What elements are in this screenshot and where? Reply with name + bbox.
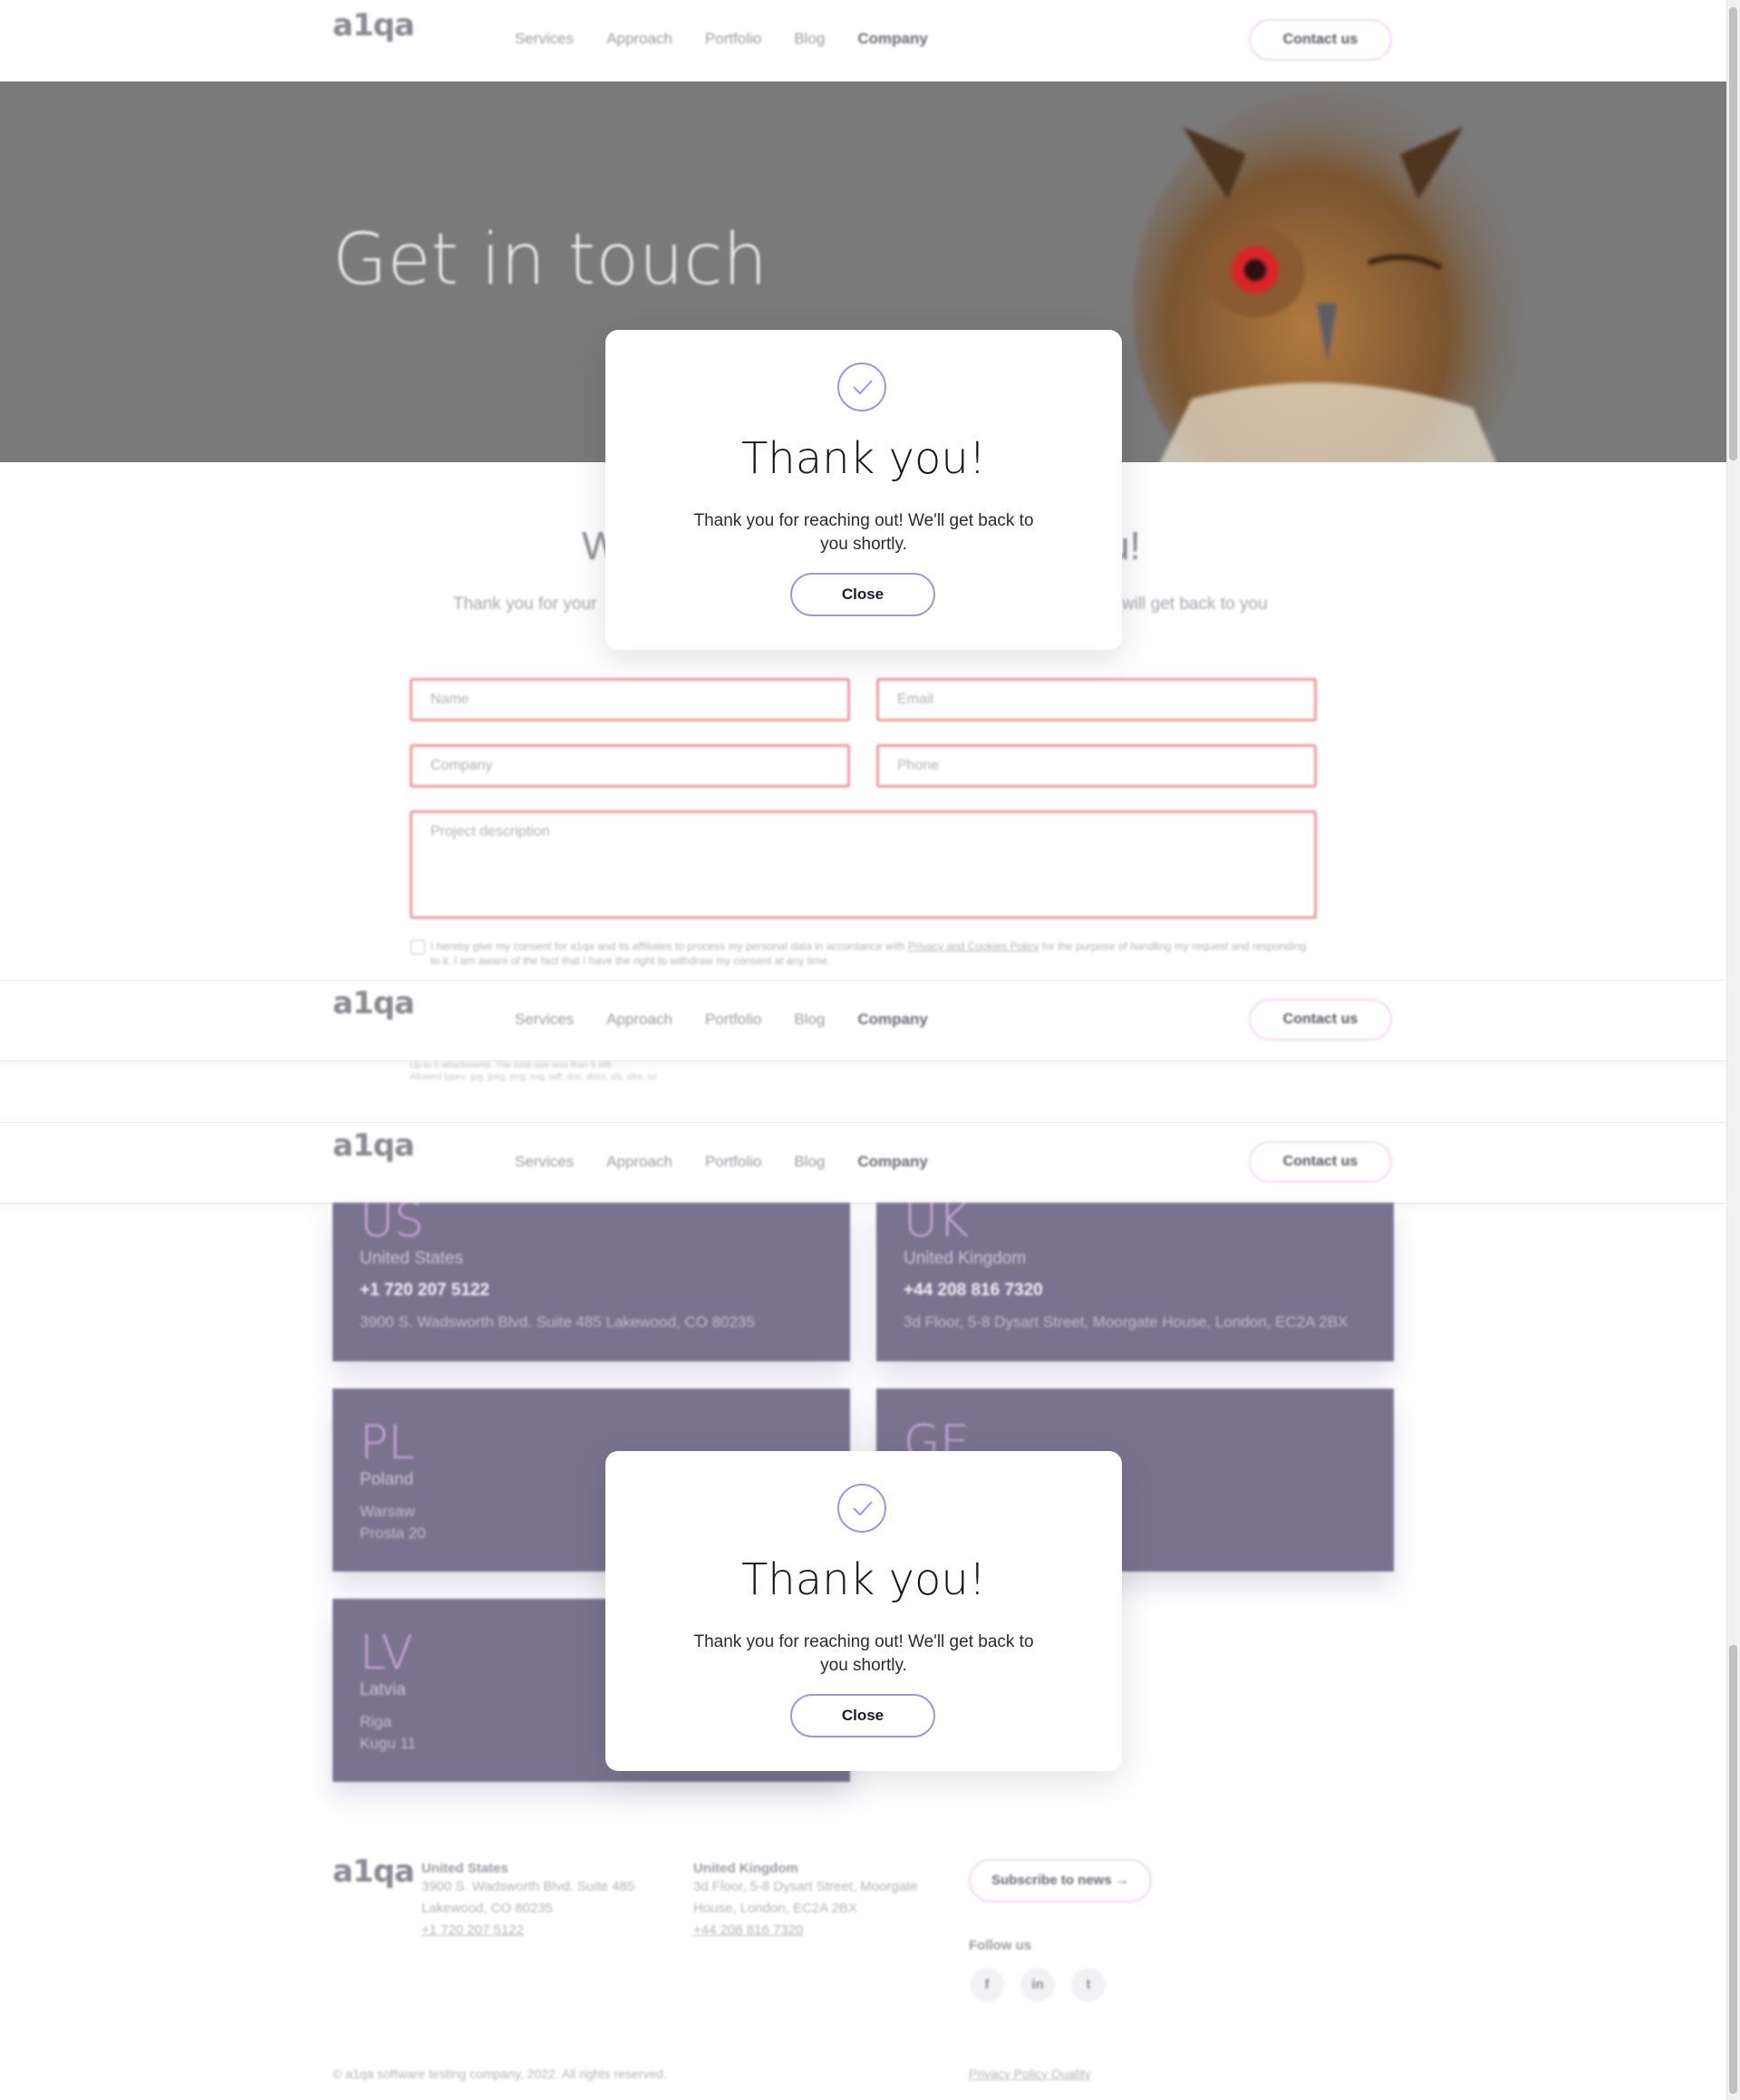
main-nav: Services Approach Portfolio Blog Company (515, 30, 928, 48)
office-country: Poland (360, 1470, 414, 1489)
twitter-icon[interactable]: t (1071, 1968, 1106, 2002)
consent-checkbox[interactable] (411, 940, 425, 954)
nav-services[interactable]: Services (515, 1011, 574, 1029)
office-code: UK (904, 1203, 970, 1248)
logo[interactable]: a1qa (333, 988, 415, 1019)
close-button[interactable]: Close (790, 1694, 935, 1737)
nav-approach[interactable]: Approach (606, 1011, 672, 1029)
office-card-us: US United States +1 720 207 5122 3900 S.… (333, 1203, 850, 1361)
logo[interactable]: a1qa (333, 1130, 415, 1161)
facebook-icon[interactable]: f (970, 1968, 1004, 2002)
modal-title: Thank you! (740, 433, 987, 484)
nav-approach[interactable]: Approach (606, 30, 672, 48)
owl-image (1133, 91, 1522, 462)
office-country: United Kingdom (904, 1249, 1027, 1268)
main-nav: Services Approach Portfolio Blog Company (515, 1153, 928, 1171)
office-phone[interactable]: +44 208 816 7320 (904, 1281, 1043, 1301)
office-phone[interactable]: +1 720 207 5122 (360, 1281, 489, 1301)
office-country: Latvia (360, 1680, 406, 1699)
nav-portfolio[interactable]: Portfolio (705, 1011, 761, 1029)
footer-logo[interactable]: a1qa (333, 1856, 415, 1887)
nav-blog[interactable]: Blog (794, 1011, 825, 1029)
contact-us-button[interactable]: Contact us (1249, 999, 1392, 1040)
form-subtext-start: Thank you for your (453, 595, 597, 614)
thank-you-modal-2: Thank you! Thank you for reaching out! W… (605, 1451, 1122, 1771)
office-address: 3d Floor, 5-8 Dysart Street, Moorgate Ho… (904, 1313, 1348, 1331)
nav-portfolio[interactable]: Portfolio (705, 1153, 761, 1171)
company-input[interactable]: Company (410, 744, 850, 788)
consent-text: I hereby give my consent for a1qa and it… (430, 940, 1307, 967)
office-country: United States (360, 1249, 464, 1268)
close-button[interactable]: Close (790, 573, 935, 616)
modal-message: Thank you for reaching out! We'll get ba… (693, 1632, 1034, 1675)
copyright: © a1qa software testing company, 2022. A… (333, 2066, 667, 2081)
footer-uk-contacts: United Kingdom 3d Floor, 5-8 Dysart Stre… (693, 1861, 956, 1941)
office-address: Riga Kugu 11 (360, 1713, 417, 1752)
linkedin-icon[interactable]: in (1020, 1968, 1055, 2002)
footer-uk-phone[interactable]: +44 208 816 7320 (693, 1920, 956, 1941)
main-nav: Services Approach Portfolio Blog Company (515, 1011, 928, 1029)
sticky-header-2: a1qa Services Approach Portfolio Blog Co… (0, 1122, 1726, 1204)
nav-company[interactable]: Company (857, 30, 927, 48)
modal-title: Thank you! (740, 1554, 987, 1605)
nav-company[interactable]: Company (857, 1011, 927, 1029)
nav-portfolio[interactable]: Portfolio (705, 30, 761, 48)
footer-us-phone[interactable]: +1 720 207 5122 (421, 1920, 666, 1941)
logo[interactable]: a1qa (333, 10, 415, 41)
thank-you-modal: Thank you! Thank you for reaching out! W… (605, 330, 1122, 650)
modal-message: Thank you for reaching out! We'll get ba… (693, 511, 1034, 554)
office-code: US (360, 1203, 425, 1248)
nav-company[interactable]: Company (857, 1153, 927, 1171)
office-code: LV (360, 1626, 413, 1680)
contact-us-button[interactable]: Contact us (1249, 19, 1392, 61)
attachments-note: Up to 5 attachments. The total size less… (410, 1060, 657, 1082)
office-address: Warsaw Prosta 20 (360, 1503, 426, 1542)
form-subtext-end: will get back to you (1122, 595, 1268, 614)
office-address: 3900 S. Wadsworth Blvd. Suite 485 Lakewo… (360, 1313, 755, 1331)
nav-blog[interactable]: Blog (794, 30, 825, 48)
scrollbar-thumb-2[interactable] (1729, 1645, 1737, 2094)
top-header: a1qa Services Approach Portfolio Blog Co… (0, 0, 1726, 82)
email-input[interactable]: Email (876, 678, 1317, 721)
hero-title: Get in touch (333, 219, 768, 301)
privacy-policy-link[interactable]: Privacy and Cookies Policy (908, 940, 1039, 953)
checkmark-icon (837, 1484, 886, 1533)
footer-us-contacts: United States 3900 S. Wadsworth Blvd. Su… (421, 1861, 666, 1941)
arrow-right-icon: → (1115, 1873, 1129, 1888)
project-description-textarea[interactable]: Project description (410, 810, 1317, 919)
contact-us-button[interactable]: Contact us (1249, 1141, 1392, 1183)
name-input[interactable]: Name (410, 678, 850, 721)
checkmark-icon (837, 363, 886, 411)
office-code: PL (360, 1416, 415, 1470)
subscribe-button[interactable]: Subscribe to news → (969, 1859, 1152, 1902)
nav-blog[interactable]: Blog (794, 1153, 825, 1171)
nav-services[interactable]: Services (515, 1153, 574, 1171)
scrollbar-thumb[interactable] (1729, 7, 1737, 460)
nav-services[interactable]: Services (515, 30, 574, 48)
privacy-policy-footer-link[interactable]: Privacy Policy Quality (969, 2063, 1091, 2085)
sticky-header: a1qa Services Approach Portfolio Blog Co… (0, 980, 1726, 1061)
follow-us-label: Follow us (969, 1938, 1032, 1953)
office-card-uk: UK United Kingdom +44 208 816 7320 3d Fl… (876, 1203, 1394, 1361)
phone-input[interactable]: Phone (876, 744, 1317, 788)
nav-approach[interactable]: Approach (606, 1153, 672, 1171)
